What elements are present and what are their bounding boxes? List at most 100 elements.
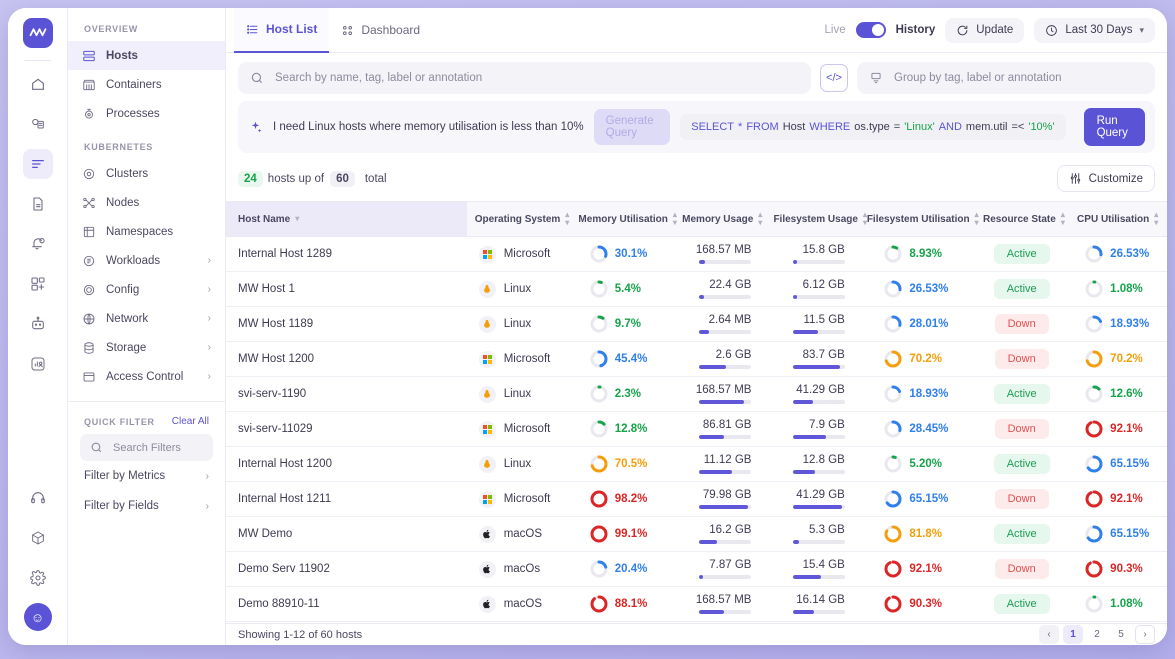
col-host-name[interactable]: Host Name▾ <box>226 202 467 237</box>
cell-host-name[interactable]: Internal Host 1289 <box>226 237 467 272</box>
table-row[interactable]: MW DemomacOS99.1%16.2 GB5.3 GB81.8%Activ… <box>226 517 1167 552</box>
sidebar-item-workloads[interactable]: Workloads › <box>68 246 225 275</box>
alert-icon[interactable] <box>23 229 53 259</box>
tab-dashboard[interactable]: Dashboard <box>329 8 432 53</box>
filesystem-utilisation-value: 8.93% <box>909 248 949 260</box>
bot-icon[interactable] <box>23 309 53 339</box>
table-row[interactable]: svi-serv-1190Linux2.3%168.57 MB41.29 GB1… <box>226 377 1167 412</box>
memory-utilisation-value: 30.1% <box>615 248 655 260</box>
search-input[interactable]: Search by name, tag, label or annotation <box>238 62 811 94</box>
code-query-toggle[interactable]: </> <box>820 64 848 92</box>
cell-host-name[interactable]: svi-serv-11029 <box>226 412 467 447</box>
sidebar-item-clusters[interactable]: Clusters <box>68 159 225 188</box>
table-row[interactable]: MW Host 1189Linux9.7%2.64 MB11.5 GB28.01… <box>226 307 1167 342</box>
sidebar-item-containers[interactable]: Containers <box>68 70 225 99</box>
cell-host-name[interactable]: Demo 88910-11 <box>226 587 467 622</box>
home-icon[interactable] <box>23 69 53 99</box>
col-memory-usage[interactable]: Memory Usage▴▾ <box>674 202 765 237</box>
sidebar-item-network[interactable]: Network › <box>68 304 225 333</box>
cell-host-name[interactable]: MW Host 1189 <box>226 307 467 342</box>
time-range-selector[interactable]: Last 30 Days ▾ <box>1034 18 1155 43</box>
avatar[interactable]: ☺ <box>24 603 52 631</box>
filesystem-usage-bar <box>793 435 845 439</box>
table-row[interactable]: MW Host 1200Microsoft45.4%2.6 GB83.7 GB7… <box>226 342 1167 377</box>
user-report-icon[interactable] <box>23 349 53 379</box>
sidebar-item-config[interactable]: Config › <box>68 275 225 304</box>
cell-host-name[interactable]: Internal Host 1200 <box>226 447 467 482</box>
table-row[interactable]: Demo Serv 11902macOs20.4%7.87 GB15.4 GB9… <box>226 552 1167 587</box>
cell-host-name[interactable]: MW Demo <box>226 517 467 552</box>
clear-all-button[interactable]: Clear All <box>172 416 209 427</box>
customize-label: Customize <box>1089 173 1143 185</box>
filter-search-input[interactable]: Search Filters <box>80 434 213 461</box>
table-row[interactable]: MW Host 1Linux5.4%22.4 GB6.12 GB26.53%Ac… <box>226 272 1167 307</box>
cell-host-name[interactable]: svi-serv-1190 <box>226 377 467 412</box>
col-filesystem-utilisation[interactable]: Filesystem Utilisation▴▾ <box>859 202 975 237</box>
cell-host-name[interactable]: MW Host 1200 <box>226 342 467 377</box>
sql-token: mem.util <box>966 121 1008 133</box>
logo-mark[interactable] <box>23 18 53 48</box>
table-row[interactable]: Internal Host 1211Microsoft98.2%79.98 GB… <box>226 482 1167 517</box>
host-table-element: Host Name▾ Operating System▴▾ Memory Uti… <box>226 202 1167 623</box>
headset-icon[interactable] <box>23 483 53 513</box>
memory-usage-value: 11.12 GB <box>704 454 752 466</box>
table-row[interactable]: Internal Host 1289Microsoft30.1%168.57 M… <box>226 237 1167 272</box>
col-cpu-utilisation[interactable]: CPU Utilisation▴▾ <box>1068 202 1167 237</box>
tab-host-list[interactable]: Host List <box>234 8 329 53</box>
page-button[interactable]: 5 <box>1111 625 1131 644</box>
page-button[interactable]: 1 <box>1063 625 1083 644</box>
filesystem-usage-bar <box>793 505 845 509</box>
donut-chart <box>1085 595 1103 613</box>
col-filesystem-usage[interactable]: Filesystem Usage▴▾ <box>765 202 858 237</box>
group-by-input[interactable]: Group by tag, label or annotation <box>857 62 1155 94</box>
hosts-total-label: total <box>365 173 387 185</box>
cell-filesystem-utilisation: 26.53% <box>859 272 975 307</box>
run-query-button[interactable]: Run Query <box>1084 108 1145 146</box>
cell-memory-utilisation: 5.4% <box>570 272 674 307</box>
customize-button[interactable]: Customize <box>1057 165 1155 192</box>
page-button[interactable]: 2 <box>1087 625 1107 644</box>
table-row[interactable]: svi-serv-11029Microsoft12.8%86.81 GB7.9 … <box>226 412 1167 447</box>
cell-resource-state: Active <box>975 237 1068 272</box>
windows-icon <box>479 351 496 368</box>
memory-usage-bar <box>699 540 751 544</box>
col-memory-utilisation[interactable]: Memory Utilisation▴▾ <box>570 202 674 237</box>
list-icon[interactable] <box>23 149 53 179</box>
cell-host-name[interactable]: Demo Serv 11902 <box>226 552 467 587</box>
host-count-row: 24 hosts up of 60 total Customize <box>226 153 1167 201</box>
sidebar-item-label: Containers <box>106 79 162 91</box>
filter-by-metrics-row[interactable]: Filter by Metrics › <box>68 461 225 491</box>
col-operating-system[interactable]: Operating System▴▾ <box>467 202 571 237</box>
update-button[interactable]: Update <box>945 18 1024 43</box>
table-row[interactable]: Internal Host 1200Linux70.5%11.12 GB12.8… <box>226 447 1167 482</box>
list-icon <box>246 23 259 36</box>
sidebar-item-hosts[interactable]: Hosts <box>68 41 225 70</box>
sidebar-item-namespaces[interactable]: Namespaces <box>68 217 225 246</box>
sidebar-item-nodes[interactable]: Nodes <box>68 188 225 217</box>
sidebar-item-label: Access Control <box>106 371 183 383</box>
page-button[interactable]: › <box>1135 625 1155 644</box>
donut-chart <box>884 560 902 578</box>
col-resource-state[interactable]: Resource State▴▾ <box>975 202 1068 237</box>
cube-add-icon[interactable] <box>23 523 53 553</box>
cell-host-name[interactable]: MW Host 1 <box>226 272 467 307</box>
sidebar-item-processes[interactable]: Processes <box>68 99 225 128</box>
filesystem-usage-value: 12.8 GB <box>803 454 845 466</box>
sql-query-display[interactable]: SELECT * FROM Host WHERE os.type = 'Linu… <box>680 114 1065 140</box>
sidebar-item-access-control[interactable]: Access Control › <box>68 362 225 391</box>
sidebar-item-storage[interactable]: Storage › <box>68 333 225 362</box>
table-row[interactable]: Demo 88910-11macOS88.1%168.57 MB16.14 GB… <box>226 587 1167 622</box>
memory-usage-bar <box>699 400 751 404</box>
document-icon[interactable] <box>23 189 53 219</box>
add-widget-icon[interactable] <box>23 269 53 299</box>
generate-query-button[interactable]: Generate Query <box>594 109 671 145</box>
status-badge: Down <box>995 559 1049 579</box>
live-history-toggle[interactable] <box>856 22 886 38</box>
gear-icon[interactable] <box>23 563 53 593</box>
cell-operating-system: Linux <box>467 377 571 412</box>
cell-host-name[interactable]: Internal Host 1211 <box>226 482 467 517</box>
containers-icon[interactable] <box>23 109 53 139</box>
sidebar-item-label: Storage <box>106 342 146 354</box>
filter-by-fields-row[interactable]: Filter by Fields › <box>68 491 225 521</box>
page-button[interactable]: ‹ <box>1039 625 1059 644</box>
